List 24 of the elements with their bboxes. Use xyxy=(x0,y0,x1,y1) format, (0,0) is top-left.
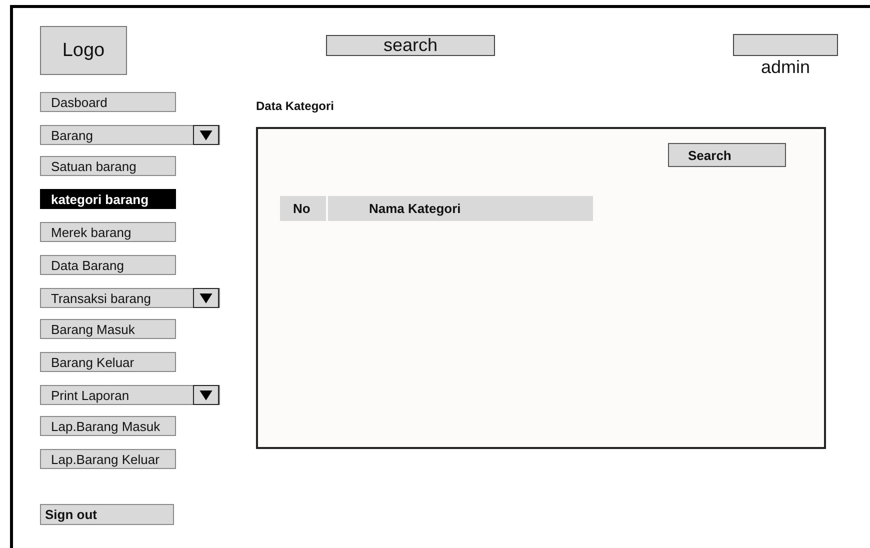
sign-out-button[interactable]: Sign out xyxy=(40,504,174,525)
sidebar-item[interactable]: kategori barang xyxy=(40,189,176,209)
search-field[interactable]: search xyxy=(326,35,495,56)
sidebar-dropdown[interactable]: Transaksi barang xyxy=(40,288,220,308)
page-title: Data Kategori xyxy=(256,99,336,113)
sidebar-item[interactable]: Satuan barang xyxy=(40,156,176,176)
caret-icon xyxy=(193,125,219,145)
search-button[interactable]: Search xyxy=(668,143,786,167)
sidebar-dropdown[interactable]: Barang xyxy=(40,125,220,145)
caret-icon xyxy=(193,288,219,308)
column-header: Nama Kategori xyxy=(328,196,593,221)
sidebar-item[interactable]: Dasboard xyxy=(40,92,176,112)
sidebar-item[interactable]: Lap.Barang Keluar xyxy=(40,449,176,469)
column-header: No xyxy=(280,196,326,221)
sidebar-item[interactable]: Data Barang xyxy=(40,255,176,275)
user-name: admin xyxy=(760,56,810,78)
sidebar-item[interactable]: Merek barang xyxy=(40,222,176,242)
sidebar-dropdown[interactable]: Print Laporan xyxy=(40,385,220,405)
sidebar-item[interactable]: Barang Masuk xyxy=(40,319,176,339)
sidebar-item[interactable]: Barang Keluar xyxy=(40,352,176,372)
logo: Logo xyxy=(40,26,127,75)
caret-icon xyxy=(193,385,219,405)
sidebar-item[interactable]: Lap.Barang Masuk xyxy=(40,416,176,436)
user-box[interactable] xyxy=(733,34,838,56)
